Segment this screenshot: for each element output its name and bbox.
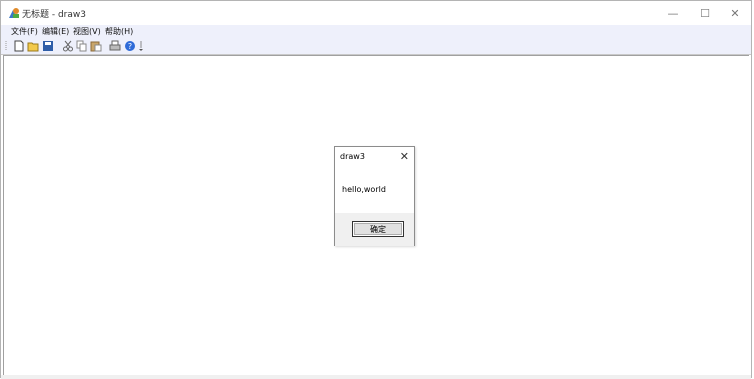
menu-file[interactable]: 文件(F) xyxy=(11,26,38,37)
toolbar-grip-icon xyxy=(5,41,7,51)
open-icon[interactable] xyxy=(27,40,39,52)
ok-button[interactable]: 确定 xyxy=(352,221,404,237)
close-button[interactable]: ✕ xyxy=(719,1,751,25)
menu-view[interactable]: 视图(V) xyxy=(73,26,101,37)
maximize-icon: ☐ xyxy=(700,6,710,20)
help-icon[interactable]: ? xyxy=(124,40,136,52)
print-icon[interactable] xyxy=(109,40,121,52)
minimize-button[interactable]: — xyxy=(657,1,689,25)
dialog-footer: 确定 xyxy=(335,213,414,246)
toolbar-more-icon[interactable] xyxy=(138,40,144,52)
menu-bar: 文件(F) 编辑(E) 视图(V) 帮助(H) xyxy=(1,25,751,38)
minimize-icon: — xyxy=(667,6,679,20)
dialog-message: hello,world xyxy=(342,185,386,194)
close-icon: ✕ xyxy=(730,6,740,20)
cut-icon[interactable] xyxy=(62,40,74,52)
window-title: 无标题 - draw3 xyxy=(22,10,86,20)
copy-icon[interactable] xyxy=(76,40,88,52)
title-bar[interactable]: 无标题 - draw3 — ☐ ✕ xyxy=(1,1,751,25)
menu-edit[interactable]: 编辑(E) xyxy=(42,26,69,37)
app-icon xyxy=(9,8,19,18)
svg-text:?: ? xyxy=(128,42,132,51)
menu-help[interactable]: 帮助(H) xyxy=(105,26,133,37)
status-bar xyxy=(1,375,751,379)
save-icon[interactable] xyxy=(42,40,54,52)
toolbar: ? xyxy=(1,38,751,55)
maximize-button[interactable]: ☐ xyxy=(689,1,721,25)
paste-icon[interactable] xyxy=(90,40,102,52)
dialog-close-icon[interactable]: ✕ xyxy=(400,150,409,163)
dialog-title: draw3 xyxy=(340,152,365,161)
message-box: draw3 ✕ hello,world 确定 xyxy=(334,146,415,246)
new-icon[interactable] xyxy=(13,40,25,52)
